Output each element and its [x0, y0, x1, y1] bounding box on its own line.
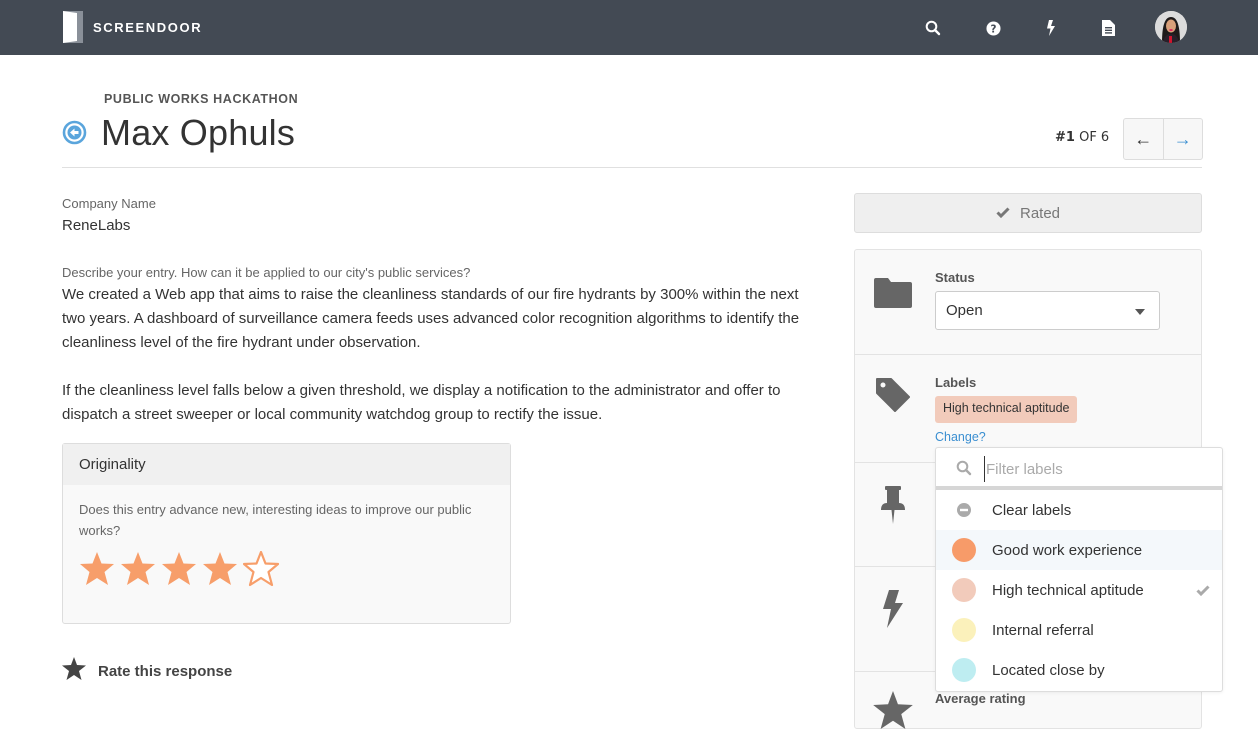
star-empty-icon[interactable]	[242, 550, 280, 587]
page-title: Max Ophuls	[101, 112, 296, 153]
document-icon[interactable]	[1097, 17, 1119, 39]
rated-label: Rated	[1019, 204, 1061, 222]
label-color-swatch	[952, 538, 976, 562]
label-color-swatch	[952, 578, 976, 602]
label-option-text: High technical aptitude	[992, 581, 1144, 599]
chevron-down-icon	[1135, 309, 1145, 315]
label-color-swatch	[952, 658, 976, 682]
help-icon[interactable]: ?	[982, 17, 1004, 39]
pager-controls: ← →	[1123, 118, 1203, 160]
label-option-text: Good work experience	[992, 541, 1143, 559]
logo[interactable]: SCREENDOOR	[63, 11, 202, 43]
rating-card: Originality Does this entry advance new,…	[62, 443, 511, 624]
label-filter-dropdown: Clear labels Good work experience High te…	[935, 447, 1223, 692]
user-avatar[interactable]	[1155, 11, 1187, 43]
status-value: Open	[946, 302, 983, 319]
filter-labels-input[interactable]	[984, 456, 1204, 482]
average-rating-label: Average rating	[935, 691, 1026, 706]
search-icon	[956, 460, 972, 481]
star-rating	[63, 541, 510, 597]
previous-button[interactable]: ←	[1124, 119, 1164, 159]
folder-icon	[873, 272, 913, 312]
search-icon[interactable]	[922, 17, 944, 39]
filter-search-bar	[936, 448, 1222, 490]
label-tag: High technical aptitude	[935, 396, 1078, 423]
pushpin-icon	[873, 485, 913, 525]
status-section: Status Open	[855, 250, 1201, 355]
form-name: PUBLIC WORKS HACKATHON	[104, 92, 299, 106]
label-option-text: Located close by	[992, 661, 1105, 679]
label-option[interactable]: Located close by	[936, 650, 1222, 690]
star-filled-icon[interactable]	[120, 551, 156, 587]
rate-this-response-label: Rate this response	[98, 662, 233, 680]
clear-labels-label: Clear labels	[992, 501, 1072, 519]
door-logo-icon	[63, 11, 83, 43]
answer-paragraph: If the cleanliness level falls below a g…	[62, 382, 781, 423]
minus-circle-icon	[952, 498, 976, 522]
next-button[interactable]: →	[1164, 119, 1203, 159]
question-label: Describe your entry. How can it be appli…	[62, 265, 471, 280]
label-color-swatch	[952, 618, 976, 642]
bolt-icon[interactable]	[1040, 17, 1062, 39]
label-option[interactable]: Good work experience	[936, 530, 1222, 570]
rating-card-title: Originality	[63, 444, 510, 485]
star-icon	[873, 690, 913, 730]
star-icon	[62, 657, 86, 685]
back-circle-arrow-icon[interactable]	[62, 120, 87, 145]
star-filled-icon[interactable]	[161, 551, 197, 587]
top-nav: SCREENDOOR ?	[0, 0, 1258, 55]
label-options-list: Good work experience High technical aptit…	[936, 530, 1222, 690]
clear-labels-option[interactable]: Clear labels	[936, 490, 1222, 530]
answer-text: We created a Web app that aims to raise …	[62, 283, 822, 427]
tag-icon	[873, 375, 913, 415]
checkmark-icon	[996, 205, 1010, 222]
pager-total: OF 6	[1074, 130, 1110, 145]
change-labels-link[interactable]: Change?	[935, 430, 986, 444]
star-filled-icon[interactable]	[79, 551, 115, 587]
pager-position: #1 OF 6	[1055, 130, 1109, 145]
rated-button[interactable]: Rated	[854, 193, 1202, 233]
pager-current: #1	[1055, 130, 1075, 145]
company-name-value: ReneLabs	[62, 217, 131, 234]
label-option-text: Internal referral	[992, 621, 1094, 639]
star-filled-icon[interactable]	[202, 551, 238, 587]
company-name-label: Company Name	[62, 196, 156, 211]
labels-label: Labels	[935, 375, 977, 390]
status-select[interactable]: Open	[935, 291, 1160, 330]
label-option[interactable]: High technical aptitude	[936, 570, 1222, 610]
brand-name: SCREENDOOR	[93, 19, 203, 35]
bolt-icon	[873, 589, 913, 629]
header-divider	[62, 167, 1202, 168]
answer-paragraph: We created a Web app that aims to raise …	[62, 286, 800, 351]
label-option[interactable]: Internal referral	[936, 610, 1222, 650]
checkmark-icon	[1196, 583, 1210, 600]
svg-text:?: ?	[990, 23, 996, 35]
rate-this-response[interactable]: Rate this response	[62, 657, 232, 685]
status-label: Status	[935, 270, 975, 285]
rating-card-question: Does this entry advance new, interesting…	[79, 502, 472, 538]
